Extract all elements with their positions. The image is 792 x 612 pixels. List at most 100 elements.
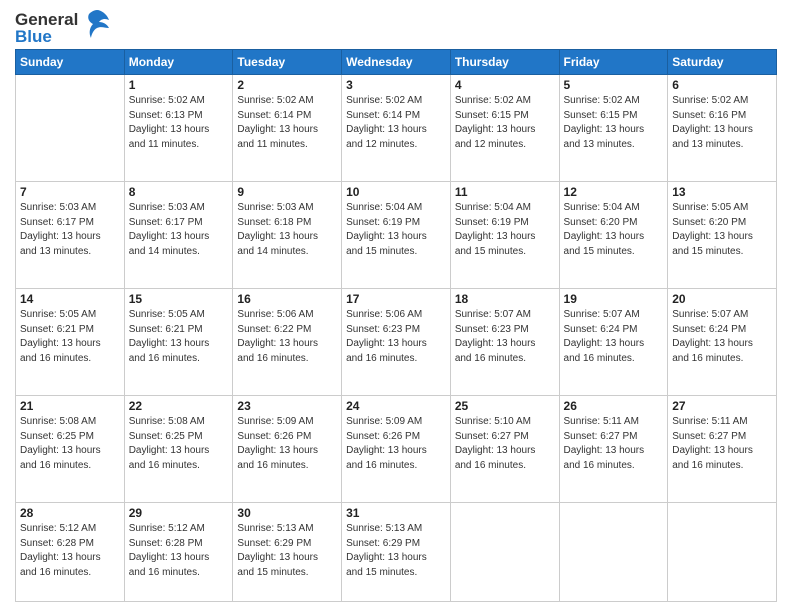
day-number: 12 <box>564 185 664 199</box>
day-number: 11 <box>455 185 555 199</box>
day-info: Sunrise: 5:12 AMSunset: 6:28 PMDaylight:… <box>20 522 120 580</box>
day-number: 31 <box>346 506 446 520</box>
day-info: Sunrise: 5:04 AMSunset: 6:19 PMDaylight:… <box>346 201 446 259</box>
day-number: 18 <box>455 292 555 306</box>
day-number: 7 <box>20 185 120 199</box>
calendar-cell: 15Sunrise: 5:05 AMSunset: 6:21 PMDayligh… <box>124 289 233 396</box>
col-header-thursday: Thursday <box>450 50 559 75</box>
day-number: 13 <box>672 185 772 199</box>
calendar-week-row: 21 Sunrise: 5:08 AMSunset: 6:25 PMDayligh… <box>16 396 777 503</box>
calendar-cell: 11Sunrise: 5:04 AMSunset: 6:19 PMDayligh… <box>450 182 559 289</box>
day-number: 5 <box>564 78 664 92</box>
day-info: Sunrise: 5:02 AMSunset: 6:14 PMDaylight:… <box>346 94 446 152</box>
calendar-cell: 31 Sunrise: 5:13 AMSunset: 6:29 PMDayligh… <box>342 503 451 602</box>
day-info: Sunrise: 5:04 AMSunset: 6:20 PMDaylight:… <box>564 201 664 259</box>
day-number: 29 <box>129 506 229 520</box>
day-info: Sunrise: 5:08 AMSunset: 6:25 PMDaylight:… <box>129 415 229 473</box>
day-info: Sunrise: 5:07 AMSunset: 6:24 PMDaylight:… <box>672 308 772 366</box>
logo-bird-icon <box>83 8 111 45</box>
day-info: Sunrise: 5:13 AMSunset: 6:29 PMDaylight:… <box>237 522 337 580</box>
day-number: 2 <box>237 78 337 92</box>
calendar-cell: 13 Sunrise: 5:05 AMSunset: 6:20 PMDayligh… <box>668 182 777 289</box>
calendar-cell <box>559 503 668 602</box>
day-info: Sunrise: 5:08 AMSunset: 6:25 PMDaylight:… <box>20 415 120 473</box>
day-info: Sunrise: 5:06 AMSunset: 6:23 PMDaylight:… <box>346 308 446 366</box>
calendar-cell: 25 Sunrise: 5:10 AMSunset: 6:27 PMDayligh… <box>450 396 559 503</box>
day-number: 24 <box>346 399 446 413</box>
day-number: 19 <box>564 292 664 306</box>
calendar-cell: 24 Sunrise: 5:09 AMSunset: 6:26 PMDayligh… <box>342 396 451 503</box>
day-info: Sunrise: 5:06 AMSunset: 6:22 PMDaylight:… <box>237 308 337 366</box>
day-info: Sunrise: 5:03 AMSunset: 6:17 PMDaylight:… <box>129 201 229 259</box>
day-info: Sunrise: 5:05 AMSunset: 6:21 PMDaylight:… <box>129 308 229 366</box>
day-number: 3 <box>346 78 446 92</box>
col-header-friday: Friday <box>559 50 668 75</box>
day-number: 27 <box>672 399 772 413</box>
calendar-cell <box>16 75 125 182</box>
calendar-cell: 19 Sunrise: 5:07 AMSunset: 6:24 PMDayligh… <box>559 289 668 396</box>
col-header-monday: Monday <box>124 50 233 75</box>
calendar-cell: 8 Sunrise: 5:03 AMSunset: 6:17 PMDaylight… <box>124 182 233 289</box>
day-number: 14 <box>20 292 120 306</box>
calendar-cell: 7 Sunrise: 5:03 AMSunset: 6:17 PMDaylight… <box>16 182 125 289</box>
calendar-cell: 26Sunrise: 5:11 AMSunset: 6:27 PMDayligh… <box>559 396 668 503</box>
day-info: Sunrise: 5:10 AMSunset: 6:27 PMDaylight:… <box>455 415 555 473</box>
day-number: 8 <box>129 185 229 199</box>
day-number: 21 <box>20 399 120 413</box>
day-number: 28 <box>20 506 120 520</box>
calendar-cell: 3 Sunrise: 5:02 AMSunset: 6:14 PMDaylight… <box>342 75 451 182</box>
calendar-cell: 5Sunrise: 5:02 AMSunset: 6:15 PMDaylight… <box>559 75 668 182</box>
calendar-cell <box>668 503 777 602</box>
day-info: Sunrise: 5:03 AMSunset: 6:17 PMDaylight:… <box>20 201 120 259</box>
col-header-wednesday: Wednesday <box>342 50 451 75</box>
calendar-cell: 20 Sunrise: 5:07 AMSunset: 6:24 PMDayligh… <box>668 289 777 396</box>
day-info: Sunrise: 5:09 AMSunset: 6:26 PMDaylight:… <box>237 415 337 473</box>
calendar-cell: 23 Sunrise: 5:09 AMSunset: 6:26 PMDayligh… <box>233 396 342 503</box>
header: General Blue <box>15 10 777 45</box>
calendar-header-row: SundayMondayTuesdayWednesdayThursdayFrid… <box>16 50 777 75</box>
day-info: Sunrise: 5:02 AMSunset: 6:13 PMDaylight:… <box>129 94 229 152</box>
logo: General Blue <box>15 10 111 45</box>
day-info: Sunrise: 5:03 AMSunset: 6:18 PMDaylight:… <box>237 201 337 259</box>
calendar-cell <box>450 503 559 602</box>
logo-blue: Blue <box>15 28 78 45</box>
day-number: 25 <box>455 399 555 413</box>
day-number: 6 <box>672 78 772 92</box>
day-info: Sunrise: 5:05 AMSunset: 6:21 PMDaylight:… <box>20 308 120 366</box>
calendar-cell: 1 Sunrise: 5:02 AMSunset: 6:13 PMDaylight… <box>124 75 233 182</box>
calendar-cell: 4 Sunrise: 5:02 AMSunset: 6:15 PMDaylight… <box>450 75 559 182</box>
calendar-table: SundayMondayTuesdayWednesdayThursdayFrid… <box>15 49 777 602</box>
day-number: 30 <box>237 506 337 520</box>
day-info: Sunrise: 5:09 AMSunset: 6:26 PMDaylight:… <box>346 415 446 473</box>
calendar-cell: 14 Sunrise: 5:05 AMSunset: 6:21 PMDayligh… <box>16 289 125 396</box>
day-info: Sunrise: 5:05 AMSunset: 6:20 PMDaylight:… <box>672 201 772 259</box>
day-info: Sunrise: 5:11 AMSunset: 6:27 PMDaylight:… <box>564 415 664 473</box>
day-number: 9 <box>237 185 337 199</box>
calendar-cell: 27 Sunrise: 5:11 AMSunset: 6:27 PMDayligh… <box>668 396 777 503</box>
day-number: 10 <box>346 185 446 199</box>
calendar-cell: 2 Sunrise: 5:02 AMSunset: 6:14 PMDaylight… <box>233 75 342 182</box>
day-info: Sunrise: 5:11 AMSunset: 6:27 PMDaylight:… <box>672 415 772 473</box>
calendar-cell: 30 Sunrise: 5:13 AMSunset: 6:29 PMDayligh… <box>233 503 342 602</box>
calendar-cell: 10 Sunrise: 5:04 AMSunset: 6:19 PMDayligh… <box>342 182 451 289</box>
day-info: Sunrise: 5:13 AMSunset: 6:29 PMDaylight:… <box>346 522 446 580</box>
day-info: Sunrise: 5:02 AMSunset: 6:14 PMDaylight:… <box>237 94 337 152</box>
day-info: Sunrise: 5:07 AMSunset: 6:24 PMDaylight:… <box>564 308 664 366</box>
col-header-sunday: Sunday <box>16 50 125 75</box>
calendar-cell: 18Sunrise: 5:07 AMSunset: 6:23 PMDayligh… <box>450 289 559 396</box>
calendar-week-row: 1 Sunrise: 5:02 AMSunset: 6:13 PMDaylight… <box>16 75 777 182</box>
day-number: 1 <box>129 78 229 92</box>
calendar-cell: 16Sunrise: 5:06 AMSunset: 6:22 PMDayligh… <box>233 289 342 396</box>
calendar-cell: 17Sunrise: 5:06 AMSunset: 6:23 PMDayligh… <box>342 289 451 396</box>
day-number: 20 <box>672 292 772 306</box>
page: General Blue SundayMondayTuesdayWednesda… <box>0 0 792 612</box>
col-header-saturday: Saturday <box>668 50 777 75</box>
calendar-cell: 6Sunrise: 5:02 AMSunset: 6:16 PMDaylight… <box>668 75 777 182</box>
day-number: 22 <box>129 399 229 413</box>
day-info: Sunrise: 5:02 AMSunset: 6:15 PMDaylight:… <box>455 94 555 152</box>
calendar-cell: 28 Sunrise: 5:12 AMSunset: 6:28 PMDayligh… <box>16 503 125 602</box>
calendar-cell: 12 Sunrise: 5:04 AMSunset: 6:20 PMDayligh… <box>559 182 668 289</box>
day-number: 23 <box>237 399 337 413</box>
day-number: 4 <box>455 78 555 92</box>
day-info: Sunrise: 5:12 AMSunset: 6:28 PMDaylight:… <box>129 522 229 580</box>
